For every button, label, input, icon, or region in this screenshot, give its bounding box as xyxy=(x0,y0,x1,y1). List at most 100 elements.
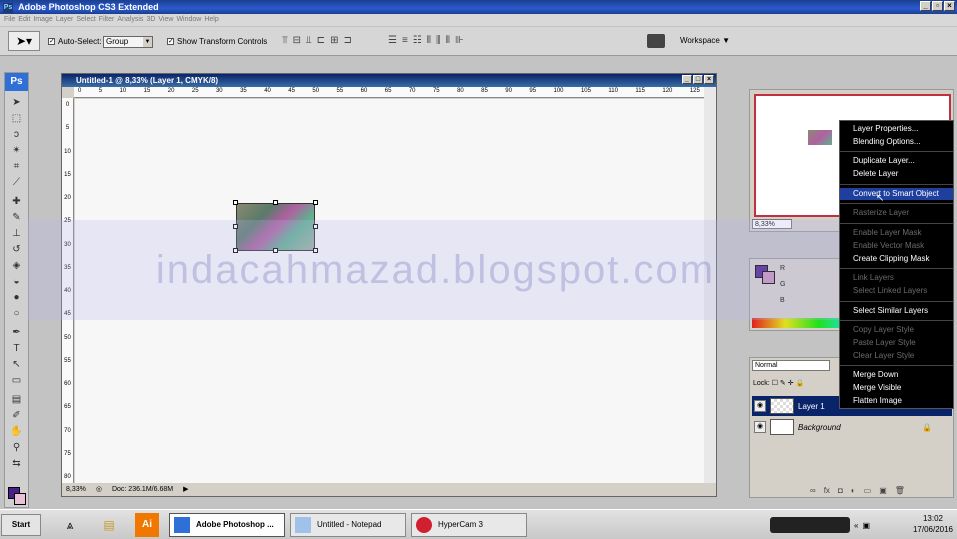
delete-layer-icon[interactable]: 🗑 xyxy=(895,486,905,495)
camera-icon[interactable] xyxy=(647,34,665,48)
recording-controls[interactable] xyxy=(770,517,850,533)
eyedropper-tool-icon[interactable]: ✐ xyxy=(5,408,28,424)
transform-handle[interactable] xyxy=(273,200,278,205)
auto-select-checkbox[interactable]: ✓ Auto-Select: xyxy=(48,37,102,46)
lasso-tool-icon[interactable]: ↄ xyxy=(5,127,28,143)
menu-item-convert-to-smart-object[interactable]: Convert to Smart Object xyxy=(840,187,953,201)
align-left-icon[interactable]: ⊏ xyxy=(317,35,325,46)
menu-item-merge-visible[interactable]: Merge Visible xyxy=(840,382,953,395)
eye-icon[interactable]: ◉ xyxy=(754,400,766,412)
tray-arrow-icon[interactable]: « xyxy=(854,521,858,530)
menu-item-select-similar-layers[interactable]: Select Similar Layers xyxy=(840,305,953,318)
menu-item-edit[interactable]: Edit xyxy=(18,14,30,26)
distribute-top-icon[interactable]: ☰ xyxy=(388,35,397,46)
doc-close-button[interactable]: × xyxy=(704,75,714,84)
notes-tool-icon[interactable]: ▤ xyxy=(5,392,28,408)
clock[interactable]: 13:02 17/06/2016 xyxy=(913,513,953,535)
move-tool-icon[interactable]: ➤ xyxy=(5,95,28,111)
marquee-tool-icon[interactable]: ⬚ xyxy=(5,111,28,127)
zoom-tool-icon[interactable]: ⚲ xyxy=(5,440,28,456)
link-layers-icon[interactable]: ∞ xyxy=(810,486,816,495)
menu-item-analysis[interactable]: Analysis xyxy=(117,14,143,26)
menu-item-duplicate-layer[interactable]: Duplicate Layer... xyxy=(840,155,953,168)
distribute-vcenter-icon[interactable]: ≡ xyxy=(402,35,408,46)
menu-item-select[interactable]: Select xyxy=(76,14,95,26)
minimize-button[interactable]: _ xyxy=(920,1,931,11)
hand-tool-icon[interactable]: ✋ xyxy=(5,424,28,440)
status-menu-arrow-icon[interactable]: ▶ xyxy=(183,483,188,496)
distribute-left-icon[interactable]: ⫴ xyxy=(427,35,431,46)
workspace-menu[interactable]: Workspace ▼ xyxy=(680,36,730,45)
zoom-level[interactable]: 8,33% xyxy=(66,483,86,496)
distribute-hcenter-icon[interactable]: ⫼ xyxy=(436,35,441,46)
menu-item-merge-down[interactable]: Merge Down xyxy=(840,369,953,382)
illustrator-icon[interactable]: Ai xyxy=(135,513,159,537)
magic-wand-tool-icon[interactable]: ✴ xyxy=(5,143,28,159)
eraser-tool-icon[interactable]: ◈ xyxy=(5,258,28,274)
paint-bucket-tool-icon[interactable]: ◒ xyxy=(5,274,28,290)
restore-button[interactable]: ▫ xyxy=(932,1,943,11)
lock-position-icon[interactable]: ✛ xyxy=(788,380,794,387)
distribute-right-icon[interactable]: ⦀ xyxy=(446,35,450,46)
auto-align-icon[interactable]: ⊪ xyxy=(455,35,464,46)
folder-icon[interactable]: ▤ xyxy=(97,513,121,537)
transform-handle[interactable] xyxy=(233,200,238,205)
document-title-bar[interactable]: Untitled-1 @ 8,33% (Layer 1, CMYK/8) _ □… xyxy=(62,74,716,87)
blend-mode-dropdown[interactable]: Normal xyxy=(752,360,830,371)
task-hypercam[interactable]: HyperCam 3 xyxy=(411,513,527,537)
menu-item-3d[interactable]: 3D xyxy=(146,14,155,26)
background-color-swatch[interactable] xyxy=(14,493,26,505)
show-transform-checkbox[interactable]: ✓ Show Transform Controls xyxy=(167,37,267,46)
menu-item-delete-layer[interactable]: Delete Layer xyxy=(840,168,953,181)
menu-item-layer-properties[interactable]: Layer Properties... xyxy=(840,123,953,136)
distribute-bottom-icon[interactable]: ☷ xyxy=(413,35,422,46)
menu-item-view[interactable]: View xyxy=(158,14,173,26)
menu-item-window[interactable]: Window xyxy=(176,14,201,26)
align-vcenter-icon[interactable]: ⊟ xyxy=(293,35,301,46)
menu-item-filter[interactable]: Filter xyxy=(99,14,115,26)
menu-item-image[interactable]: Image xyxy=(33,14,52,26)
quicklaunch-a-icon[interactable]: ⩓ xyxy=(58,513,82,537)
auto-select-dropdown[interactable]: Group ▼ xyxy=(103,36,153,48)
eye-icon[interactable]: ◉ xyxy=(754,421,766,433)
new-layer-icon[interactable]: ▣ xyxy=(879,486,887,495)
path-selection-tool-icon[interactable]: ↖ xyxy=(5,357,28,373)
task-notepad[interactable]: Untitled - Notepad xyxy=(290,513,406,537)
type-tool-icon[interactable]: T xyxy=(5,341,28,357)
start-button[interactable]: Start xyxy=(1,514,41,536)
lock-all-icon[interactable]: 🔒 xyxy=(796,380,805,387)
new-group-icon[interactable]: ▭ xyxy=(864,486,872,495)
align-top-icon[interactable]: ⫪ xyxy=(282,35,288,46)
doc-minimize-button[interactable]: _ xyxy=(682,75,692,84)
clone-stamp-tool-icon[interactable]: ⊥ xyxy=(5,226,28,242)
close-button[interactable]: × xyxy=(944,1,955,11)
default-colors-icon[interactable]: ⇆ xyxy=(5,456,28,472)
menu-item-layer[interactable]: Layer xyxy=(56,14,74,26)
align-hcenter-icon[interactable]: ⊞ xyxy=(330,35,338,46)
history-brush-tool-icon[interactable]: ↺ xyxy=(5,242,28,258)
lock-transparency-icon[interactable]: ☐ xyxy=(772,380,778,387)
doc-maximize-button[interactable]: □ xyxy=(693,75,703,84)
pen-tool-icon[interactable]: ✒ xyxy=(5,325,28,341)
top-ruler[interactable]: 0 5 10 15 20 25 30 35 40 45 50 55 60 65 70 75 80 85 90 95 10… xyxy=(74,87,704,98)
brush-tool-icon[interactable]: ✎ xyxy=(5,210,28,226)
crop-tool-icon[interactable]: ⌗ xyxy=(5,159,28,175)
blur-tool-icon[interactable]: ● xyxy=(5,290,28,306)
menu-item-help[interactable]: Help xyxy=(204,14,218,26)
layer-style-icon[interactable]: fx xyxy=(824,486,830,495)
menu-item-file[interactable]: File xyxy=(4,14,15,26)
healing-brush-tool-icon[interactable]: ✚ xyxy=(5,194,28,210)
adjustment-layer-icon[interactable]: ◐ xyxy=(851,486,856,495)
info-icon[interactable]: ◎ xyxy=(96,483,102,496)
layer-mask-icon[interactable]: ◘ xyxy=(838,486,843,495)
transform-handle[interactable] xyxy=(313,200,318,205)
align-right-icon[interactable]: ⊐ xyxy=(343,35,351,46)
tool-preset-picker[interactable]: ➤▾ xyxy=(8,31,40,51)
menu-item-flatten-image[interactable]: Flatten Image xyxy=(840,395,953,408)
dodge-tool-icon[interactable]: ○ xyxy=(5,306,28,322)
align-bottom-icon[interactable]: ⫫ xyxy=(306,35,312,46)
layer-row-background[interactable]: ◉ Background 🔒 xyxy=(752,417,952,437)
menu-item-blending-options[interactable]: Blending Options... xyxy=(840,136,953,149)
shape-tool-icon[interactable]: ▭ xyxy=(5,373,28,389)
network-icon[interactable]: ▣ xyxy=(862,521,870,530)
